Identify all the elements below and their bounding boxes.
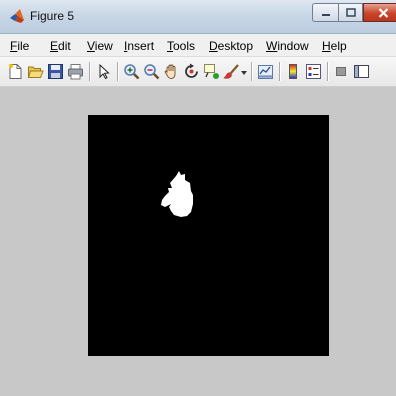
figure-toolbar [0, 57, 396, 87]
minimize-button[interactable] [312, 3, 338, 22]
show-plot-tools-icon[interactable] [353, 63, 370, 80]
menu-tools[interactable]: Tools [167, 39, 195, 53]
menu-label: nsert [127, 39, 155, 53]
zoom-out-icon[interactable] [143, 63, 160, 80]
zoom-in-icon[interactable] [123, 63, 140, 80]
menu-label: indow [277, 39, 309, 53]
menu-desktop[interactable]: Desktop [209, 39, 253, 53]
brush-dropdown-icon[interactable] [241, 71, 247, 75]
toolbar-separator [327, 62, 328, 81]
new-figure-icon[interactable] [7, 63, 24, 80]
menu-label: dit [58, 39, 71, 53]
image-axes[interactable] [88, 115, 329, 356]
menu-help[interactable]: Help [322, 39, 347, 53]
toolbar-separator [117, 62, 118, 81]
menu-label: iew [94, 39, 113, 53]
toolbar-separator [89, 62, 90, 81]
menu-mnemonic: D [209, 39, 218, 53]
link-plot-icon[interactable] [257, 63, 274, 80]
maximize-icon [345, 8, 356, 17]
brush-icon[interactable] [223, 63, 240, 80]
pan-hand-icon[interactable] [163, 63, 180, 80]
matlab-logo-icon [10, 9, 24, 23]
menu-insert[interactable]: Insert [124, 39, 154, 53]
edit-plot-arrow-icon[interactable] [95, 63, 112, 80]
segmented-blob [161, 171, 193, 217]
toolbar-separator [251, 62, 252, 81]
legend-icon[interactable] [305, 63, 322, 80]
menu-label: ile [17, 39, 30, 53]
save-icon[interactable] [47, 63, 64, 80]
rotate-3d-icon[interactable] [183, 63, 200, 80]
menu-mnemonic: E [50, 39, 59, 53]
maximize-button[interactable] [338, 3, 363, 22]
menu-mnemonic: H [322, 39, 331, 53]
menu-edit[interactable]: Edit [50, 39, 71, 53]
menu-file[interactable]: File [10, 39, 29, 53]
hide-plot-tools-icon[interactable] [333, 63, 350, 80]
menu-window[interactable]: Window [266, 39, 309, 53]
close-button[interactable] [363, 3, 396, 22]
menu-bar: File Edit View Insert Tools Desktop Wind… [0, 34, 396, 57]
menu-mnemonic: V [87, 39, 95, 53]
menu-label: elp [330, 39, 347, 53]
menu-mnemonic: W [266, 39, 278, 53]
window-title: Figure 5 [30, 9, 75, 23]
close-icon [378, 7, 388, 18]
data-cursor-icon[interactable] [203, 63, 220, 80]
toolbar-separator [279, 62, 280, 81]
open-file-icon[interactable] [27, 63, 44, 80]
title-bar[interactable]: Figure 5 [0, 0, 396, 34]
print-icon[interactable] [67, 63, 84, 80]
colorbar-icon[interactable] [285, 63, 302, 80]
minimize-icon [321, 13, 330, 16]
menu-view[interactable]: View [87, 39, 113, 53]
menu-label: esktop [217, 39, 254, 53]
menu-label: ools [173, 39, 196, 53]
